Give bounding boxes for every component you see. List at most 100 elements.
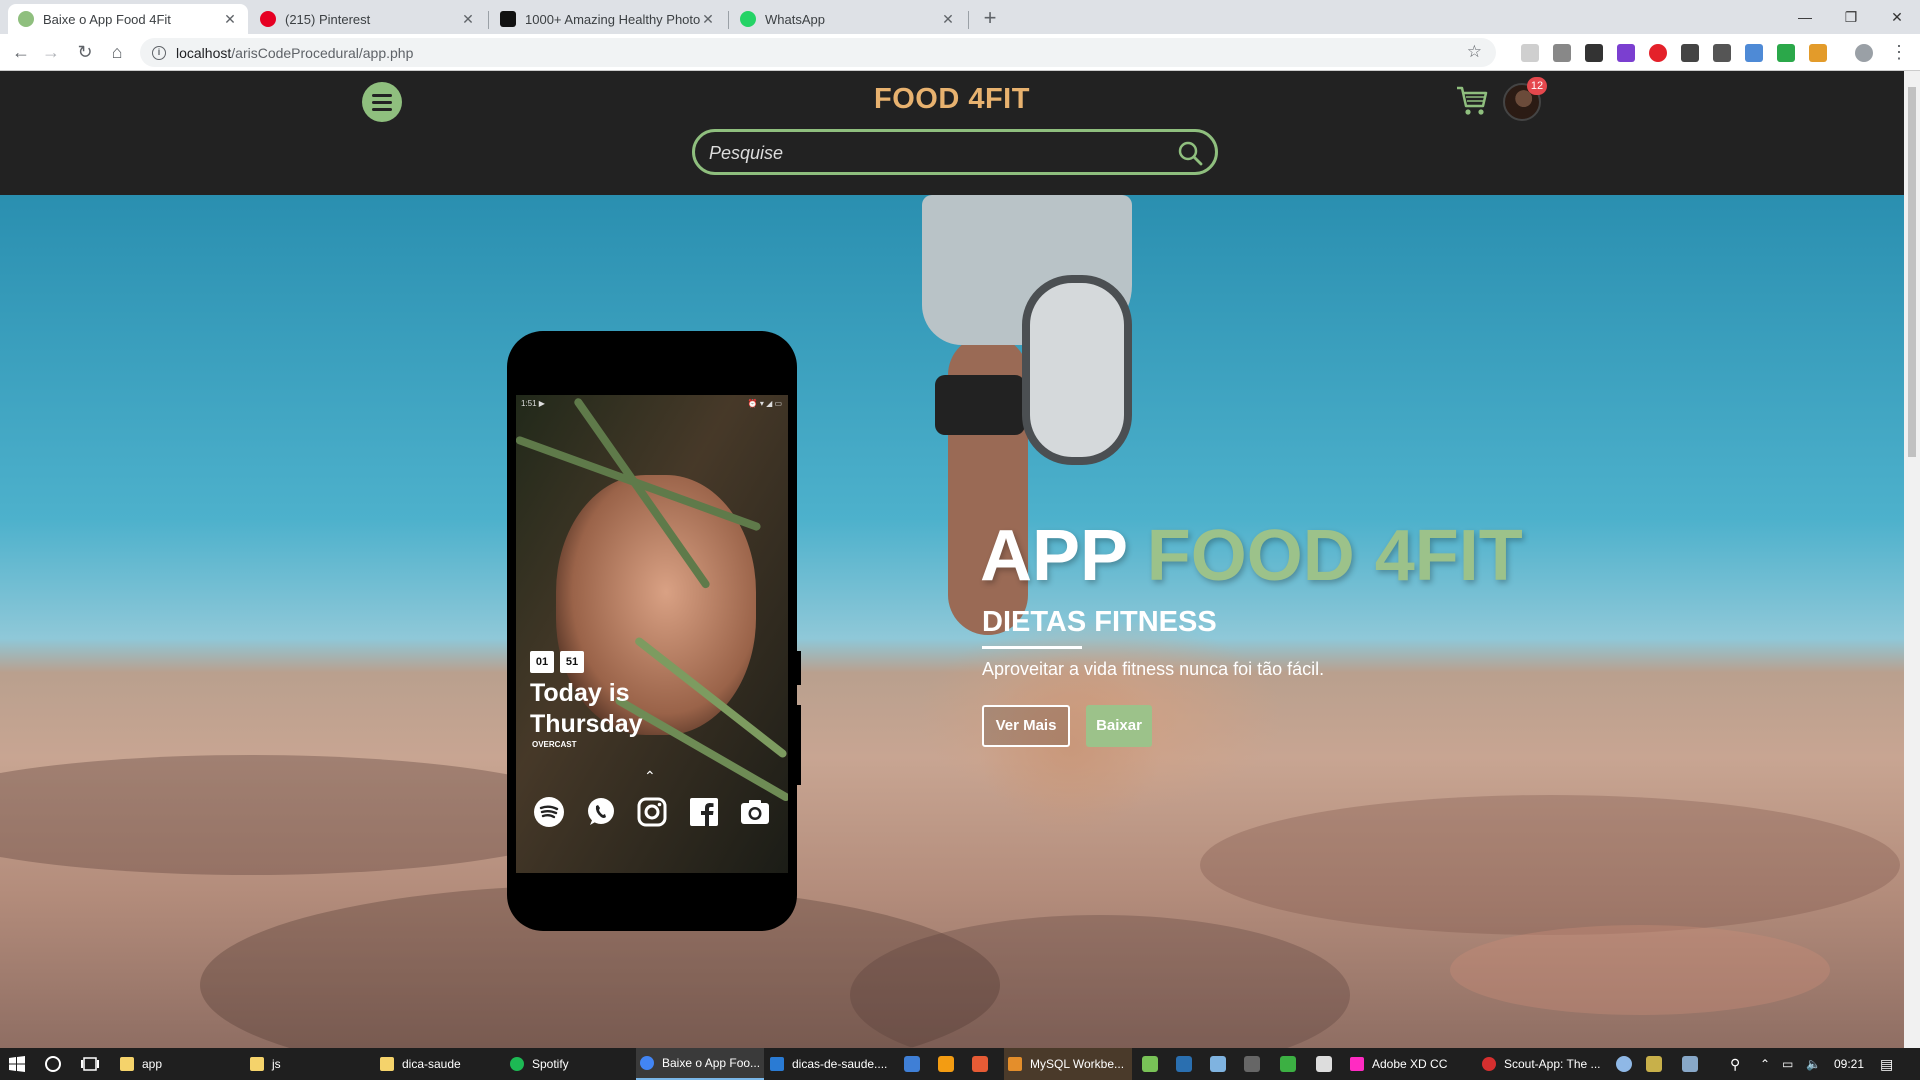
restore-button[interactable]: ❐ [1828,4,1874,30]
phone-screen: 1:51 ▶ ⏰ ▾ ◢ ▭ 01 51 Today is Thursday O… [516,395,788,873]
steam-icon[interactable] [1176,1056,1192,1072]
site-logo[interactable]: FOOD 4FIT [790,83,1114,116]
scrollbar-thumb[interactable] [1908,87,1916,457]
folder-icon [380,1057,394,1071]
hero-title-main: APP [980,516,1127,596]
hamburger-menu-button[interactable] [362,82,402,122]
info-icon[interactable]: i [152,45,166,60]
url-text: localhost/arisCodeProcedural/app.php [176,44,414,61]
adobe-xd-icon [1350,1057,1364,1071]
app-icon[interactable] [1244,1056,1260,1072]
runner-shoe [1022,275,1132,465]
phone-status-time: 1:51 ▶ [521,399,545,408]
extension-icon[interactable] [1521,44,1539,62]
taskbar-clock[interactable]: 09:21 [1834,1048,1864,1080]
page-scrollbar[interactable] [1904,71,1920,1048]
browser-tab-strip: Baixe o App Food 4Fit ✕ (215) Pinterest … [0,0,1920,34]
browser-toolbar: ← → ↻ ⌂ i localhost/arisCodeProcedural/a… [0,34,1920,71]
dropbox-icon[interactable] [1616,1056,1632,1072]
app-icon[interactable] [1682,1056,1698,1072]
taskbar-item-chrome[interactable]: Baixe o App Foo... [636,1048,764,1080]
new-tab-button[interactable]: + [977,5,1003,31]
ver-mais-button[interactable]: Ver Mais [982,705,1070,747]
taskbar-item-scout-app[interactable]: Scout-App: The ... [1478,1048,1606,1080]
whatsapp-icon [584,795,618,829]
android-icon[interactable] [1142,1056,1158,1072]
food4fit-favicon-icon [18,11,34,27]
app-icon[interactable] [904,1056,920,1072]
folder-icon [250,1057,264,1071]
hero-title: APP FOOD 4FIT [980,515,1523,597]
bookmark-star-icon[interactable]: ☆ [1467,42,1482,62]
shopping-cart-icon[interactable] [1455,85,1489,122]
camera-icon [738,795,772,829]
volume-icon[interactable]: 🔈 [1806,1048,1821,1080]
more-menu-icon[interactable]: ⋮ [1888,41,1910,63]
extension-icon[interactable] [1681,44,1699,62]
network-icon[interactable]: ▭ [1782,1048,1793,1080]
close-window-button[interactable]: ✕ [1874,4,1920,30]
app-icon[interactable] [972,1056,988,1072]
hero-title-accent: FOOD 4FIT [1146,516,1523,596]
scout-app-icon [1482,1057,1496,1071]
extension-icon[interactable] [1617,44,1635,62]
taskbar-item-spotify[interactable]: Spotify [506,1048,634,1080]
reload-icon[interactable]: ↻ [74,41,96,63]
spotify-icon [532,795,566,829]
tab-food4fit[interactable]: Baixe o App Food 4Fit ✕ [8,4,248,34]
tab-healthy-photos[interactable]: 1000+ Amazing Healthy Photos ✕ [490,4,726,34]
baixar-button[interactable]: Baixar [1086,705,1152,747]
close-tab-icon[interactable]: ✕ [700,11,716,28]
notifications-icon[interactable]: ▤ [1880,1048,1893,1080]
page-viewport: 1:51 ▶ ⏰ ▾ ◢ ▭ 01 51 Today is Thursday O… [0,71,1904,1048]
taskbar-item-js[interactable]: js [246,1048,374,1080]
taskbar-item-vscode[interactable]: dicas-de-saude.... [766,1048,894,1080]
chevron-up-icon[interactable]: ⌃ [1760,1048,1770,1080]
app-icon[interactable] [1210,1056,1226,1072]
chrome-icon [640,1056,654,1070]
search-input[interactable] [709,140,1149,166]
close-tab-icon[interactable]: ✕ [460,11,476,28]
task-view-icon[interactable] [80,1048,100,1080]
camera-extension-icon[interactable] [1553,44,1571,62]
people-icon[interactable]: ⚲ [1730,1048,1740,1080]
swipe-up-icon: ⌃ [644,768,656,784]
calculator-icon[interactable] [1316,1056,1332,1072]
sublime-icon[interactable] [938,1056,954,1072]
hero-divider [982,646,1082,649]
opera-extension-icon[interactable] [1649,44,1667,62]
selenium-extension-icon[interactable] [1585,44,1603,62]
windows-start-icon[interactable] [8,1048,26,1080]
whatsapp-icon [740,11,756,27]
extension-icon[interactable] [1777,44,1795,62]
extension-icon[interactable] [1809,44,1827,62]
close-tab-icon[interactable]: ✕ [940,11,956,28]
taskbar-item-adobe-xd[interactable]: Adobe XD CC [1346,1048,1474,1080]
tab-whatsapp[interactable]: WhatsApp ✕ [730,4,966,34]
home-icon[interactable]: ⌂ [106,41,128,63]
phone-today-text: Today is Thursday [530,679,643,738]
hero-section: 1:51 ▶ ⏰ ▾ ◢ ▭ 01 51 Today is Thursday O… [0,195,1904,1048]
tab-title: 1000+ Amazing Healthy Photos [525,11,700,27]
search-icon[interactable] [1177,140,1203,171]
taskbar-item-app[interactable]: app [116,1048,244,1080]
tab-title: Baixe o App Food 4Fit [43,11,171,27]
phone-clock-minute: 51 [560,651,584,673]
minimize-button[interactable]: — [1782,4,1828,30]
address-bar[interactable]: i localhost/arisCodeProcedural/app.php ☆ [140,38,1496,67]
cortana-search-icon[interactable] [44,1048,62,1080]
color-picker-extension-icon[interactable] [1745,44,1763,62]
back-arrow-icon[interactable]: ← [10,41,32,63]
tab-pinterest[interactable]: (215) Pinterest ✕ [250,4,486,34]
app-icon[interactable] [1646,1056,1662,1072]
app-icon[interactable] [1280,1056,1296,1072]
tab-title: WhatsApp [765,11,825,27]
extension-icon[interactable] [1713,44,1731,62]
facebook-icon [687,795,721,829]
search-box[interactable] [692,129,1218,175]
forward-arrow-icon[interactable]: → [40,41,62,63]
close-tab-icon[interactable]: ✕ [222,11,238,28]
taskbar-item-mysql[interactable]: MySQL Workbe... [1004,1048,1132,1080]
profile-icon[interactable] [1855,44,1873,62]
taskbar-item-dica-saude[interactable]: dica-saude [376,1048,504,1080]
